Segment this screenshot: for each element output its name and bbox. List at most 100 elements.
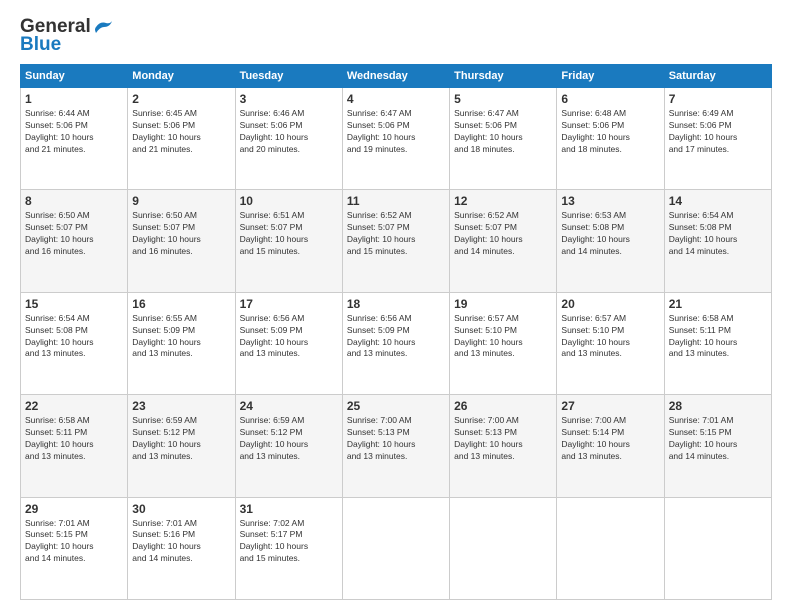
- calendar-header-tuesday: Tuesday: [235, 65, 342, 88]
- sunrise-label: Sunrise: 7:00 AM: [454, 415, 519, 425]
- day-number: 29: [25, 502, 123, 516]
- day-number: 14: [669, 194, 767, 208]
- daylight-label: Daylight: 10 hours: [669, 132, 738, 142]
- calendar-header-thursday: Thursday: [450, 65, 557, 88]
- sunset-label: Sunset: 5:07 PM: [132, 222, 195, 232]
- sunrise-label: Sunrise: 7:01 AM: [25, 518, 90, 528]
- sunrise-label: Sunrise: 6:54 AM: [25, 313, 90, 323]
- calendar-cell: 4 Sunrise: 6:47 AM Sunset: 5:06 PM Dayli…: [342, 88, 449, 190]
- day-detail: Sunrise: 6:56 AM Sunset: 5:09 PM Dayligh…: [240, 313, 338, 361]
- calendar-cell: 6 Sunrise: 6:48 AM Sunset: 5:06 PM Dayli…: [557, 88, 664, 190]
- daylight-label: Daylight: 10 hours: [454, 234, 523, 244]
- day-number: 1: [25, 92, 123, 106]
- daylight-minutes: and 15 minutes.: [240, 553, 300, 563]
- calendar-cell: [450, 497, 557, 599]
- calendar-cell: 10 Sunrise: 6:51 AM Sunset: 5:07 PM Dayl…: [235, 190, 342, 292]
- day-number: 18: [347, 297, 445, 311]
- daylight-label: Daylight: 10 hours: [132, 541, 201, 551]
- calendar-cell: 15 Sunrise: 6:54 AM Sunset: 5:08 PM Dayl…: [21, 292, 128, 394]
- daylight-minutes: and 13 minutes.: [25, 348, 85, 358]
- day-detail: Sunrise: 7:01 AM Sunset: 5:15 PM Dayligh…: [25, 518, 123, 566]
- sunrise-label: Sunrise: 7:00 AM: [347, 415, 412, 425]
- calendar-cell: 20 Sunrise: 6:57 AM Sunset: 5:10 PM Dayl…: [557, 292, 664, 394]
- calendar-week-row: 1 Sunrise: 6:44 AM Sunset: 5:06 PM Dayli…: [21, 88, 772, 190]
- sunset-label: Sunset: 5:12 PM: [240, 427, 303, 437]
- sunrise-label: Sunrise: 6:56 AM: [240, 313, 305, 323]
- sunset-label: Sunset: 5:09 PM: [347, 325, 410, 335]
- day-number: 10: [240, 194, 338, 208]
- sunrise-label: Sunrise: 6:56 AM: [347, 313, 412, 323]
- sunrise-label: Sunrise: 7:00 AM: [561, 415, 626, 425]
- daylight-minutes: and 16 minutes.: [25, 246, 85, 256]
- day-detail: Sunrise: 7:00 AM Sunset: 5:14 PM Dayligh…: [561, 415, 659, 463]
- calendar-cell: 12 Sunrise: 6:52 AM Sunset: 5:07 PM Dayl…: [450, 190, 557, 292]
- calendar-cell: 19 Sunrise: 6:57 AM Sunset: 5:10 PM Dayl…: [450, 292, 557, 394]
- calendar-header-friday: Friday: [557, 65, 664, 88]
- day-number: 7: [669, 92, 767, 106]
- sunrise-label: Sunrise: 6:52 AM: [454, 210, 519, 220]
- day-detail: Sunrise: 6:51 AM Sunset: 5:07 PM Dayligh…: [240, 210, 338, 258]
- calendar-cell: 29 Sunrise: 7:01 AM Sunset: 5:15 PM Dayl…: [21, 497, 128, 599]
- sunset-label: Sunset: 5:07 PM: [454, 222, 517, 232]
- day-number: 11: [347, 194, 445, 208]
- calendar-cell: 27 Sunrise: 7:00 AM Sunset: 5:14 PM Dayl…: [557, 395, 664, 497]
- calendar-cell: 25 Sunrise: 7:00 AM Sunset: 5:13 PM Dayl…: [342, 395, 449, 497]
- day-number: 21: [669, 297, 767, 311]
- day-detail: Sunrise: 6:59 AM Sunset: 5:12 PM Dayligh…: [240, 415, 338, 463]
- sunrise-label: Sunrise: 6:54 AM: [669, 210, 734, 220]
- daylight-minutes: and 14 minutes.: [132, 553, 192, 563]
- daylight-label: Daylight: 10 hours: [240, 439, 309, 449]
- daylight-minutes: and 19 minutes.: [347, 144, 407, 154]
- day-number: 13: [561, 194, 659, 208]
- sunrise-label: Sunrise: 6:47 AM: [454, 108, 519, 118]
- daylight-label: Daylight: 10 hours: [669, 337, 738, 347]
- daylight-minutes: and 13 minutes.: [132, 451, 192, 461]
- day-detail: Sunrise: 6:52 AM Sunset: 5:07 PM Dayligh…: [347, 210, 445, 258]
- day-number: 17: [240, 297, 338, 311]
- calendar-cell: 24 Sunrise: 6:59 AM Sunset: 5:12 PM Dayl…: [235, 395, 342, 497]
- sunset-label: Sunset: 5:06 PM: [347, 120, 410, 130]
- day-number: 28: [669, 399, 767, 413]
- day-number: 19: [454, 297, 552, 311]
- daylight-label: Daylight: 10 hours: [561, 234, 630, 244]
- sunrise-label: Sunrise: 6:48 AM: [561, 108, 626, 118]
- day-detail: Sunrise: 6:44 AM Sunset: 5:06 PM Dayligh…: [25, 108, 123, 156]
- day-detail: Sunrise: 6:50 AM Sunset: 5:07 PM Dayligh…: [25, 210, 123, 258]
- sunrise-label: Sunrise: 7:02 AM: [240, 518, 305, 528]
- sunrise-label: Sunrise: 6:58 AM: [669, 313, 734, 323]
- sunset-label: Sunset: 5:07 PM: [25, 222, 88, 232]
- daylight-label: Daylight: 10 hours: [347, 132, 416, 142]
- page: General Blue SundayMondayTuesdayWednesda…: [0, 0, 792, 612]
- day-number: 9: [132, 194, 230, 208]
- daylight-label: Daylight: 10 hours: [561, 337, 630, 347]
- day-number: 31: [240, 502, 338, 516]
- daylight-minutes: and 14 minutes.: [669, 246, 729, 256]
- sunrise-label: Sunrise: 6:58 AM: [25, 415, 90, 425]
- sunrise-label: Sunrise: 6:59 AM: [132, 415, 197, 425]
- daylight-minutes: and 14 minutes.: [454, 246, 514, 256]
- calendar-cell: 30 Sunrise: 7:01 AM Sunset: 5:16 PM Dayl…: [128, 497, 235, 599]
- calendar-cell: 26 Sunrise: 7:00 AM Sunset: 5:13 PM Dayl…: [450, 395, 557, 497]
- calendar-cell: 3 Sunrise: 6:46 AM Sunset: 5:06 PM Dayli…: [235, 88, 342, 190]
- day-number: 6: [561, 92, 659, 106]
- sunrise-label: Sunrise: 6:46 AM: [240, 108, 305, 118]
- daylight-minutes: and 14 minutes.: [561, 246, 621, 256]
- calendar-cell: 9 Sunrise: 6:50 AM Sunset: 5:07 PM Dayli…: [128, 190, 235, 292]
- calendar-week-row: 15 Sunrise: 6:54 AM Sunset: 5:08 PM Dayl…: [21, 292, 772, 394]
- sunset-label: Sunset: 5:08 PM: [25, 325, 88, 335]
- daylight-label: Daylight: 10 hours: [347, 337, 416, 347]
- sunset-label: Sunset: 5:17 PM: [240, 529, 303, 539]
- daylight-minutes: and 15 minutes.: [347, 246, 407, 256]
- daylight-minutes: and 13 minutes.: [240, 451, 300, 461]
- sunrise-label: Sunrise: 6:59 AM: [240, 415, 305, 425]
- daylight-label: Daylight: 10 hours: [240, 132, 309, 142]
- calendar-week-row: 8 Sunrise: 6:50 AM Sunset: 5:07 PM Dayli…: [21, 190, 772, 292]
- day-detail: Sunrise: 6:53 AM Sunset: 5:08 PM Dayligh…: [561, 210, 659, 258]
- daylight-label: Daylight: 10 hours: [25, 234, 94, 244]
- daylight-minutes: and 18 minutes.: [561, 144, 621, 154]
- daylight-minutes: and 16 minutes.: [132, 246, 192, 256]
- sunset-label: Sunset: 5:16 PM: [132, 529, 195, 539]
- day-detail: Sunrise: 6:46 AM Sunset: 5:06 PM Dayligh…: [240, 108, 338, 156]
- day-detail: Sunrise: 6:54 AM Sunset: 5:08 PM Dayligh…: [669, 210, 767, 258]
- sunrise-label: Sunrise: 7:01 AM: [132, 518, 197, 528]
